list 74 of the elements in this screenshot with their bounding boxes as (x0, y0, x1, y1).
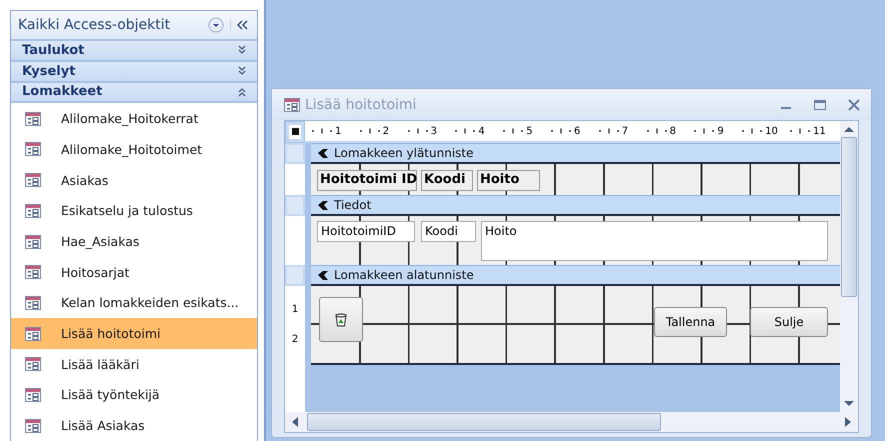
ruler-number: 1 (292, 304, 298, 316)
ruler-number: 3 (430, 126, 437, 136)
form-list-item[interactable]: Lisää lääkäri (11, 348, 257, 380)
ruler-number: 2 (382, 126, 390, 136)
form-icon (25, 418, 41, 433)
collapse-icon[interactable] (237, 86, 247, 98)
form-icon (25, 142, 41, 156)
form-icon (25, 388, 41, 402)
form-icon (25, 265, 41, 280)
ruler-number: 1 (335, 126, 342, 136)
close-icon[interactable] (847, 98, 861, 110)
form-list-item[interactable]: Kelan lomakkeiden esikats... (11, 288, 257, 318)
form-list-item[interactable]: Hoitosarjat (11, 256, 257, 288)
field-label[interactable]: Hoito (477, 170, 540, 191)
ruler-number: 2 (292, 334, 298, 345)
command-button[interactable]: Tallenna (654, 307, 727, 337)
group-header[interactable]: Taulukot (11, 40, 257, 62)
navigation-pane-title[interactable]: Kaikki Access-objektit (18, 16, 208, 33)
form-icon (25, 357, 41, 372)
form-icon (25, 112, 41, 126)
ruler-number: 7 (622, 126, 628, 136)
ruler-number: 9 (717, 126, 724, 136)
ruler-number: 4 (478, 126, 485, 136)
scroll-thumb[interactable] (307, 413, 661, 431)
vertical-scrollbar[interactable] (840, 121, 858, 412)
ruler-number: 6 (574, 126, 580, 136)
form-list-item[interactable]: Alilomake_Hoitotoimet (11, 134, 257, 165)
form-selector[interactable] (286, 122, 304, 142)
ruler-number: 10 (765, 126, 778, 136)
text-box[interactable]: Hoito (481, 221, 828, 261)
group-header[interactable]: Kyselyt (11, 62, 257, 83)
form-icon (284, 98, 300, 112)
ruler-number: 8 (670, 126, 676, 136)
ruler-number: 11 (812, 126, 826, 136)
scroll-down-icon[interactable] (843, 400, 855, 408)
section-header[interactable]: Lomakkeen alatunniste (311, 265, 840, 286)
expand-icon[interactable] (237, 65, 247, 78)
scroll-right-icon[interactable] (844, 416, 852, 428)
form-icon (25, 204, 41, 218)
field-label[interactable]: Hoitotoimi ID (317, 170, 417, 191)
text-box[interactable]: HoitotoimiID (317, 221, 415, 242)
field-label[interactable]: Koodi (421, 170, 473, 191)
ruler-ticks-icon (309, 127, 335, 135)
section-arrow-icon (317, 270, 329, 280)
form-list-item[interactable]: Alilomake_Hoitokerrat (11, 103, 257, 134)
form-icon (25, 173, 41, 188)
text-box[interactable]: Koodi (421, 221, 476, 242)
window-title: Lisää hoitotoimi (305, 96, 416, 112)
form-list-item[interactable]: Asiakas (11, 164, 257, 196)
scroll-thumb[interactable] (841, 137, 857, 297)
section-header[interactable]: Lomakkeen ylätunniste (311, 143, 840, 164)
dropdown-icon[interactable] (208, 16, 224, 33)
form-list-item[interactable]: Lisää työntekijä (11, 380, 257, 410)
command-button[interactable] (319, 297, 363, 342)
expand-icon[interactable] (237, 44, 247, 56)
form-list-item[interactable]: Lisää Asiakas (11, 410, 257, 441)
form-icon (25, 326, 41, 341)
form-icon (25, 296, 41, 310)
section-header[interactable]: Tiedot (311, 195, 840, 216)
scroll-up-icon[interactable] (843, 125, 855, 133)
scroll-left-icon[interactable] (291, 416, 299, 428)
form-icon (25, 234, 41, 249)
section-arrow-icon (317, 148, 329, 158)
section-arrow-icon (317, 200, 329, 210)
form-list-item[interactable]: Hae_Asiakas (11, 226, 257, 257)
horizontal-scrollbar[interactable] (285, 412, 858, 432)
collapse-pane-icon[interactable] (230, 18, 248, 31)
ruler-number: 5 (526, 126, 533, 136)
maximize-icon[interactable] (813, 98, 827, 110)
recycle-bin-icon (333, 312, 349, 328)
form-list-item[interactable]: Esikatselu ja tulostus (11, 195, 257, 226)
command-button[interactable]: Sulje (750, 307, 828, 337)
form-list-item[interactable]: Lisää hoitotoimi (11, 318, 257, 349)
group-header[interactable]: Lomakkeet (11, 82, 257, 104)
